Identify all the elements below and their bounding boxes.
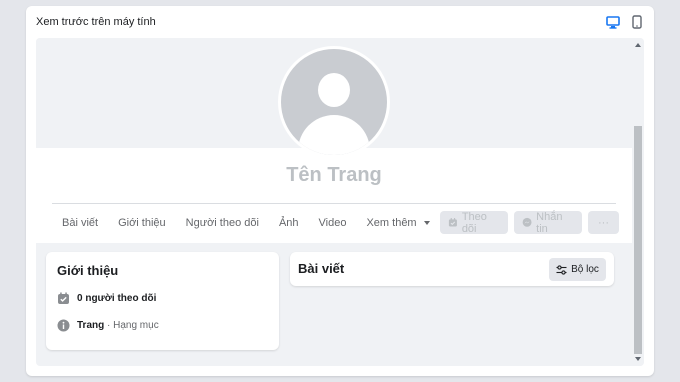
tab-photos[interactable]: Ảnh <box>269 217 309 229</box>
divider <box>52 203 616 204</box>
page-preview: Tên Trang Bài viết Giới thiệu Người theo… <box>36 38 644 366</box>
message-button[interactable]: Nhắn tin <box>514 210 582 235</box>
posts-title: Bài viết <box>298 261 345 276</box>
tab-about[interactable]: Giới thiệu <box>108 217 176 229</box>
tab-label: Giới thiệu <box>118 217 166 229</box>
mobile-icon[interactable] <box>630 14 644 30</box>
page-name: Tên Trang <box>286 164 382 186</box>
tab-posts[interactable]: Bài viết <box>52 217 108 229</box>
tab-label: Video <box>318 217 347 229</box>
followers-check-icon <box>57 292 70 305</box>
follow-label: Theo dõi <box>461 210 487 235</box>
page-tabs: Bài viết Giới thiệu Người theo dõi Ảnh V… <box>52 211 440 235</box>
category-page-label: Trang <box>77 320 105 331</box>
category-row: Trang · Hạng mục <box>57 319 159 332</box>
scroll-down-icon[interactable] <box>635 357 641 361</box>
tab-videos[interactable]: Video <box>309 217 357 229</box>
avatar <box>278 46 390 158</box>
page-actions: Theo dõi Nhắn tin ··· <box>440 210 619 235</box>
device-switcher <box>606 14 644 30</box>
scrollbar[interactable] <box>632 38 644 366</box>
followers-count: 0 người theo dõi <box>77 293 157 304</box>
default-avatar-icon <box>281 49 387 155</box>
filter-button[interactable]: Bộ lọc <box>549 258 606 281</box>
preview-panel: Xem trước trên máy tính Tên Trang Bài vi… <box>26 6 654 376</box>
filter-icon <box>556 264 567 275</box>
tab-label: Xem thêm <box>366 217 417 229</box>
more-icon: ··· <box>598 216 609 229</box>
tab-more[interactable]: Xem thêm <box>356 217 439 229</box>
panel-title: Xem trước trên máy tính <box>36 16 156 28</box>
tab-label: Người theo dõi <box>185 217 259 229</box>
category-label: · Hạng mục <box>104 320 159 331</box>
scroll-up-icon[interactable] <box>635 43 641 47</box>
tab-followers[interactable]: Người theo dõi <box>176 217 269 229</box>
info-icon <box>57 319 70 332</box>
message-label: Nhắn tin <box>536 210 563 235</box>
follow-button[interactable]: Theo dõi <box>440 210 508 235</box>
tab-label: Ảnh <box>278 217 299 229</box>
desktop-icon[interactable] <box>606 14 620 30</box>
scrollbar-thumb[interactable] <box>634 126 642 354</box>
messenger-icon <box>522 217 532 227</box>
tab-label: Bài viết <box>62 217 99 229</box>
posts-card: Bài viết Bộ lọc <box>290 252 614 286</box>
followers-row: 0 người theo dõi <box>57 292 156 305</box>
intro-card: Giới thiệu 0 người theo dõi Trang · Hạng… <box>46 252 279 350</box>
caret-down-icon <box>423 221 430 225</box>
intro-title: Giới thiệu <box>57 263 119 278</box>
more-options-button[interactable]: ··· <box>588 211 619 234</box>
follow-icon <box>448 218 457 227</box>
filter-label: Bộ lọc <box>571 264 599 275</box>
